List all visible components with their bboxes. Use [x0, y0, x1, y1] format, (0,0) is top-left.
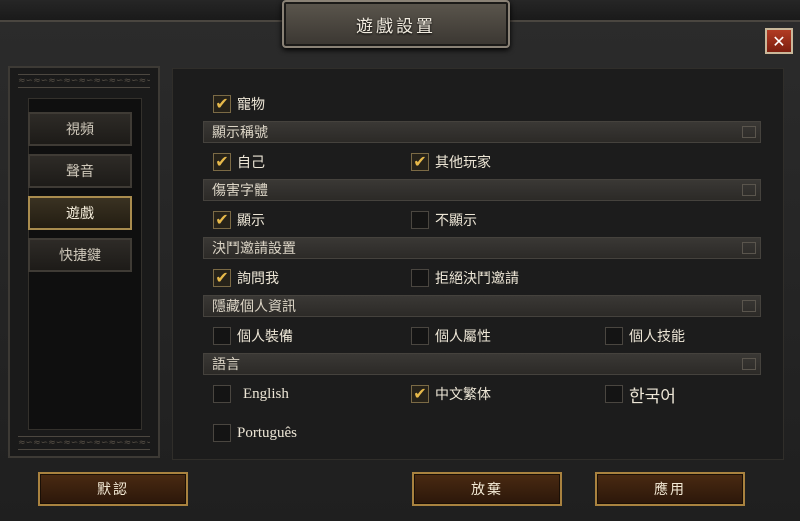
- sidebar-item-label: 快捷鍵: [59, 248, 101, 264]
- discard-button[interactable]: 放棄: [412, 472, 562, 506]
- option-label: 詢問我: [237, 271, 279, 287]
- checkbox-hide-attributes[interactable]: [411, 327, 429, 345]
- ornament-top: ≈∽≈∽≈∽≈∽≈∽≈∽≈∽≈∽≈∽: [18, 74, 150, 88]
- checkbox-title-self[interactable]: ✔: [213, 153, 231, 171]
- option-label: 寵物: [237, 97, 265, 113]
- sidebar-item-hotkeys[interactable]: 快捷鍵: [28, 238, 132, 272]
- button-label: 放棄: [471, 482, 503, 498]
- checkbox-lang-english[interactable]: [213, 385, 231, 403]
- section-header-damage-font: 傷害字體: [203, 179, 761, 201]
- section-cap: [742, 242, 756, 254]
- option-label: 個人屬性: [435, 329, 491, 345]
- option-lang-traditional-chinese[interactable]: ✔ 中文繁体: [411, 383, 491, 405]
- option-lang-portuguese[interactable]: Português: [213, 422, 297, 444]
- option-label: Português: [237, 424, 297, 441]
- close-button[interactable]: ✕: [765, 28, 793, 54]
- option-hide-equipment[interactable]: 個人裝備: [213, 325, 293, 347]
- sidebar-item-video[interactable]: 視頻: [28, 112, 132, 146]
- section-title: 隱藏個人資訊: [212, 299, 296, 315]
- checkbox-lang-portuguese[interactable]: [213, 424, 231, 442]
- checkbox-hide-equipment[interactable]: [213, 327, 231, 345]
- section-title: 語言: [212, 357, 240, 373]
- button-label: 默認: [97, 482, 129, 498]
- option-title-self[interactable]: ✔ 自己: [213, 151, 265, 173]
- option-label: 個人技能: [629, 329, 685, 345]
- option-damage-hide[interactable]: 不顯示: [411, 209, 477, 231]
- checkbox-duel-ask[interactable]: ✔: [213, 269, 231, 287]
- option-duel-reject[interactable]: 拒絕決鬥邀請: [411, 267, 519, 289]
- option-label: 中文繁体: [435, 387, 491, 403]
- checkbox-damage-hide[interactable]: [411, 211, 429, 229]
- section-header-show-title: 顯示稱號: [203, 121, 761, 143]
- section-title: 傷害字體: [212, 183, 268, 199]
- option-label: 不顯示: [435, 213, 477, 229]
- close-icon: ✕: [772, 31, 786, 51]
- option-pet[interactable]: ✔ 寵物: [213, 93, 265, 115]
- apply-button[interactable]: 應用: [595, 472, 745, 506]
- checkmark-icon: ✔: [215, 94, 229, 113]
- checkbox-hide-skills[interactable]: [605, 327, 623, 345]
- checkmark-icon: ✔: [413, 152, 427, 171]
- checkmark-icon: ✔: [215, 152, 229, 171]
- option-lang-korean[interactable]: 한국어: [605, 383, 676, 407]
- sidebar-item-label: 聲音: [66, 164, 94, 180]
- sidebar-item-label: 視頻: [66, 122, 94, 138]
- checkmark-icon: ✔: [215, 268, 229, 287]
- option-label: 自己: [237, 155, 265, 171]
- option-damage-show[interactable]: ✔ 顯示: [213, 209, 265, 231]
- checkbox-duel-reject[interactable]: [411, 269, 429, 287]
- section-cap: [742, 300, 756, 312]
- checkmark-icon: ✔: [413, 384, 427, 403]
- button-label: 應用: [654, 482, 686, 498]
- option-duel-ask[interactable]: ✔ 詢問我: [213, 267, 279, 289]
- sidebar-item-game[interactable]: 遊戲: [28, 196, 132, 230]
- section-header-hide-info: 隱藏個人資訊: [203, 295, 761, 317]
- section-title: 顯示稱號: [212, 125, 268, 141]
- checkbox-damage-show[interactable]: ✔: [213, 211, 231, 229]
- option-label: 한국어: [629, 386, 676, 407]
- checkbox-title-others[interactable]: ✔: [411, 153, 429, 171]
- option-label: 其他玩家: [435, 155, 491, 171]
- section-cap: [742, 184, 756, 196]
- sidebar-item-sound[interactable]: 聲音: [28, 154, 132, 188]
- option-hide-skills[interactable]: 個人技能: [605, 325, 685, 347]
- option-label: 顯示: [237, 213, 265, 229]
- option-lang-english[interactable]: English: [213, 383, 289, 405]
- section-title: 決鬥邀請設置: [212, 241, 296, 257]
- checkbox-lang-korean[interactable]: [605, 385, 623, 403]
- option-label: English: [243, 385, 289, 402]
- default-button[interactable]: 默認: [38, 472, 188, 506]
- section-header-language: 語言: [203, 353, 761, 375]
- option-label: 拒絕決鬥邀請: [435, 271, 519, 287]
- checkbox-lang-traditional-chinese[interactable]: ✔: [411, 385, 429, 403]
- checkmark-icon: ✔: [215, 210, 229, 229]
- option-title-others[interactable]: ✔ 其他玩家: [411, 151, 491, 173]
- settings-content: ✔ 寵物 顯示稱號 ✔ 自己 ✔ 其他玩家 傷害字體 ✔ 顯示 不顯示 決鬥邀請…: [172, 68, 784, 460]
- ornament-bottom: ≈∽≈∽≈∽≈∽≈∽≈∽≈∽≈∽≈∽: [18, 436, 150, 450]
- checkbox-pet[interactable]: ✔: [213, 95, 231, 113]
- section-header-duel-invite: 決鬥邀請設置: [203, 237, 761, 259]
- section-cap: [742, 126, 756, 138]
- section-cap: [742, 358, 756, 370]
- option-hide-attributes[interactable]: 個人屬性: [411, 325, 491, 347]
- option-label: 個人裝備: [237, 329, 293, 345]
- sidebar-item-label: 遊戲: [66, 206, 94, 222]
- window-title: 遊戲設置: [282, 0, 510, 48]
